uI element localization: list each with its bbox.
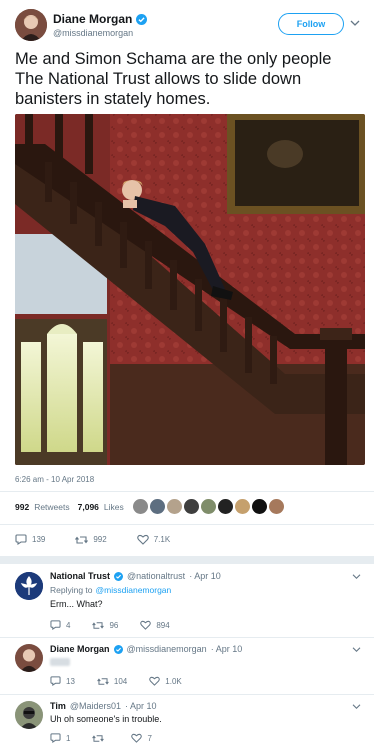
heart-icon [131,733,143,743]
follow-button[interactable]: Follow [278,13,344,35]
liker-avatar[interactable] [235,499,250,514]
like-count: 7.1K [153,535,171,544]
liker-avatar[interactable] [269,499,284,514]
reply-tweet[interactable]: Diane Morgan @missdianemorgan · Apr 10 1… [0,638,374,696]
follow-button-label: Follow [296,19,326,29]
likes-label[interactable]: Likes [104,502,124,512]
reply-action[interactable]: 1 [50,733,70,743]
retweet-icon [92,734,105,743]
replying-to-prefix: Replying to [50,585,93,595]
reply-text: Uh oh someone's in trouble. [50,714,162,724]
reply-author-name[interactable]: National Trust [50,571,110,581]
liker-avatar[interactable] [218,499,233,514]
reply-date[interactable]: · Apr 10 [189,571,221,581]
liker-avatar[interactable] [167,499,182,514]
divider [0,524,374,525]
retweet-count: 96 [109,620,119,630]
liker-avatar[interactable] [133,499,148,514]
reply-icon [50,733,61,743]
like-count: 894 [156,620,170,630]
tweet-photo[interactable] [15,114,365,465]
like-action[interactable]: 894 [140,620,170,630]
retweet-action[interactable]: 992 [75,534,107,545]
reply-tweet[interactable]: Tim @Maiders01 · Apr 10 Uh oh someone's … [0,695,374,750]
retweet-count: 992 [93,535,107,544]
reply-count: 13 [66,676,75,686]
reply-text: Erm... What? [50,599,103,609]
liker-avatars [133,499,284,514]
retweet-icon [75,535,89,545]
liker-avatar[interactable] [201,499,216,514]
retweets-count[interactable]: 992 [15,502,29,512]
retweet-icon [97,677,109,686]
reply-author-name[interactable]: Tim [50,701,66,711]
like-action[interactable]: 1.0K [149,676,182,686]
reply-avatar[interactable] [15,644,43,672]
heart-icon [149,676,161,686]
tweet-text: Me and Simon Schama are the only people … [15,50,332,108]
divider [0,491,374,492]
reply-action[interactable]: 139 [15,534,45,545]
reply-icon [50,620,61,630]
more-options-chevron-icon[interactable] [350,19,360,27]
section-separator [0,556,374,564]
reply-count: 139 [32,535,46,544]
retweet-icon [92,621,105,630]
reply-count: 1 [66,733,71,743]
liker-avatar[interactable] [252,499,267,514]
author-name[interactable]: Diane Morgan [53,12,132,26]
reply-avatar[interactable] [15,572,43,600]
reply-author-name[interactable]: Diane Morgan [50,644,110,654]
reply-handle[interactable]: @Maiders01 [70,701,121,711]
verified-badge-icon [113,644,123,654]
replying-to-link[interactable]: @missdianemorgan [96,585,172,595]
reply-action[interactable]: 4 [50,620,70,630]
tweet-stats: 992 Retweets 7,096 Likes [15,502,124,512]
retweet-action[interactable] [92,733,109,743]
reply-icon [15,534,27,545]
like-count: 7 [147,733,152,743]
reply-handle[interactable]: @nationaltrust [127,571,185,581]
blurred-reply-text [50,658,70,666]
reply-action[interactable]: 13 [50,676,75,686]
author-handle[interactable]: @missdianemorgan [53,28,133,38]
verified-badge-icon [136,13,148,25]
liker-avatar[interactable] [184,499,199,514]
reply-icon [50,676,61,686]
reply-date[interactable]: · Apr 10 [125,701,157,711]
tweet-timestamp[interactable]: 6:26 am - 10 Apr 2018 [15,475,94,484]
retweet-action[interactable]: 104 [97,676,127,686]
reply-count: 4 [66,620,71,630]
author-avatar[interactable] [15,9,47,41]
heart-icon [136,534,149,545]
heart-icon [140,620,152,630]
reply-tweet[interactable]: National Trust @nationaltrust · Apr 10 R… [0,564,374,640]
likes-count[interactable]: 7,096 [78,502,99,512]
reply-more-chevron-icon[interactable] [352,646,361,653]
reply-avatar[interactable] [15,701,43,729]
retweet-count: 104 [113,676,128,686]
liker-avatar[interactable] [150,499,165,514]
reply-more-chevron-icon[interactable] [352,703,361,710]
reply-more-chevron-icon[interactable] [352,573,361,580]
like-count: 1.0K [165,676,182,686]
reply-handle[interactable]: @missdianemorgan [127,644,207,654]
retweet-action[interactable]: 96 [92,620,118,630]
verified-badge-icon [114,571,124,581]
like-action[interactable]: 7.1K [136,534,171,545]
retweets-label[interactable]: Retweets [34,502,69,512]
like-action[interactable]: 7 [131,733,152,743]
reply-date[interactable]: · Apr 10 [211,644,243,654]
